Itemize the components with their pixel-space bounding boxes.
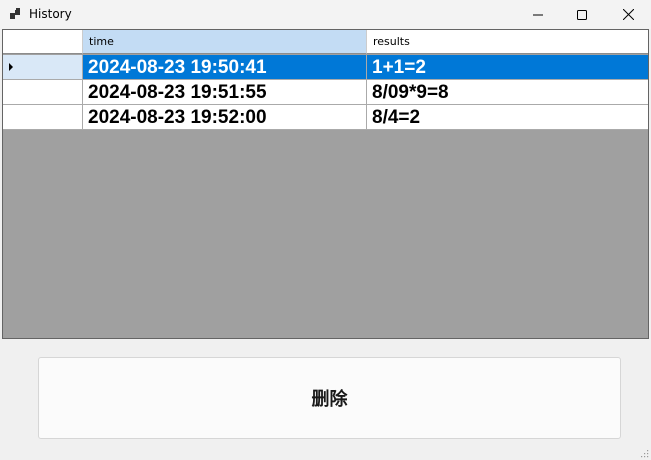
cell-time[interactable]: 2024-08-23 19:50:41 (83, 55, 367, 80)
history-grid[interactable]: time results 2024-08-23 19:50:41 1+1=2 2… (2, 29, 649, 339)
window-title: History (29, 7, 72, 21)
delete-button[interactable]: 删除 (38, 357, 621, 439)
row-header[interactable] (3, 55, 83, 80)
minimize-button[interactable] (515, 0, 561, 29)
close-icon (622, 9, 634, 20)
column-header-results[interactable]: results (367, 30, 648, 54)
cell-results[interactable]: 8/4=2 (367, 105, 648, 130)
cell-results[interactable]: 8/09*9=8 (367, 80, 648, 105)
row-header[interactable] (3, 80, 83, 105)
cell-results[interactable]: 1+1=2 (367, 55, 648, 80)
grid-corner-cell[interactable] (3, 30, 83, 54)
maximize-icon (577, 9, 587, 20)
cell-time[interactable]: 2024-08-23 19:51:55 (83, 80, 367, 105)
app-icon (10, 8, 20, 19)
minimize-icon (533, 14, 543, 15)
history-window: History time results 2024-08-23 19:50:41… (0, 0, 651, 460)
table-row[interactable]: 2024-08-23 19:51:55 8/09*9=8 (3, 80, 648, 105)
column-header-time[interactable]: time (83, 30, 367, 54)
resize-grip-icon[interactable] (639, 448, 649, 458)
title-bar[interactable]: History (0, 0, 651, 29)
close-button[interactable] (605, 0, 651, 29)
current-row-arrow-icon (9, 63, 13, 71)
cell-time[interactable]: 2024-08-23 19:52:00 (83, 105, 367, 130)
grid-header: time results (3, 30, 648, 55)
table-row[interactable]: 2024-08-23 19:52:00 8/4=2 (3, 105, 648, 130)
maximize-button[interactable] (559, 0, 605, 29)
table-row[interactable]: 2024-08-23 19:50:41 1+1=2 (3, 55, 648, 80)
row-header[interactable] (3, 105, 83, 130)
